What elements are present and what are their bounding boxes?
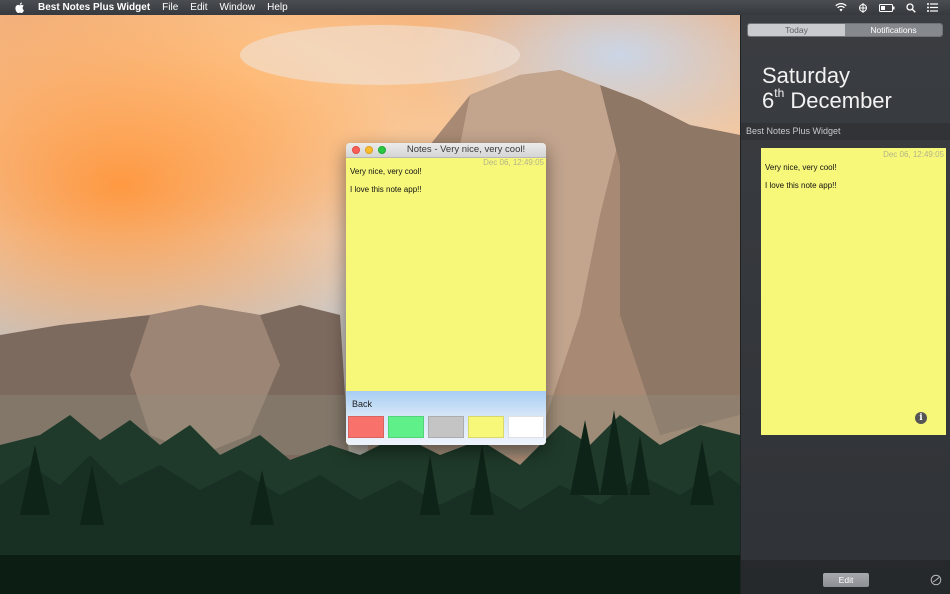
- nc-widget-note[interactable]: Dec 06, 12:49:05 Very nice, very cool! I…: [761, 148, 946, 435]
- nc-date-label: 6th December: [762, 86, 892, 114]
- color-swatch-white[interactable]: [508, 416, 544, 438]
- battery-icon[interactable]: [879, 3, 895, 12]
- notification-center-icon[interactable]: [927, 3, 938, 12]
- color-swatch-red[interactable]: [348, 416, 384, 438]
- notes-window-titlebar[interactable]: Notes - Very nice, very cool!: [346, 143, 546, 158]
- note-text-area[interactable]: Dec 06, 12:49:05 Very nice, very cool! I…: [346, 158, 546, 391]
- widget-note-timestamp: Dec 06, 12:49:05: [883, 150, 944, 159]
- color-swatch-yellow[interactable]: [468, 416, 504, 438]
- file-menu[interactable]: File: [162, 2, 178, 13]
- network-icon[interactable]: [858, 2, 868, 13]
- color-swatch-gray[interactable]: [428, 416, 464, 438]
- info-icon[interactable]: i: [915, 412, 927, 424]
- note-text-line: Very nice, very cool!: [350, 167, 422, 176]
- tab-today[interactable]: Today: [748, 24, 845, 36]
- gear-icon[interactable]: [930, 573, 942, 586]
- apple-logo-icon[interactable]: [12, 2, 28, 13]
- nc-date-suffix: th: [774, 86, 785, 100]
- help-menu[interactable]: Help: [267, 2, 288, 13]
- widget-note-line: Very nice, very cool!: [765, 163, 837, 172]
- nc-widget-title: Best Notes Plus Widget: [746, 126, 841, 136]
- nc-segmented-control: Today Notifications: [747, 23, 943, 37]
- color-swatch-green[interactable]: [388, 416, 424, 438]
- wifi-icon[interactable]: [835, 3, 847, 12]
- notes-window: Notes - Very nice, very cool! Dec 06, 12…: [346, 143, 546, 445]
- window-menu[interactable]: Window: [220, 2, 256, 13]
- note-color-panel: Back: [346, 391, 546, 445]
- widget-note-line: I love this note app!!: [765, 181, 837, 190]
- app-name-menu[interactable]: Best Notes Plus Widget: [38, 2, 150, 13]
- color-swatches: [348, 416, 544, 438]
- tab-notifications[interactable]: Notifications: [845, 24, 942, 36]
- spotlight-search-icon[interactable]: [906, 2, 916, 13]
- edit-button[interactable]: Edit: [823, 573, 869, 587]
- note-text-line: I love this note app!!: [350, 185, 422, 194]
- nc-date-number: 6: [762, 88, 775, 113]
- notes-window-title: Notes - Very nice, very cool!: [406, 144, 526, 155]
- edit-menu[interactable]: Edit: [190, 2, 207, 13]
- menu-bar: Best Notes Plus Widget File Edit Window …: [0, 0, 950, 15]
- note-timestamp: Dec 06, 12:49:05: [483, 158, 544, 167]
- back-button[interactable]: Back: [352, 399, 372, 409]
- nc-date-month: December: [790, 88, 892, 113]
- notification-center-panel: Today Notifications Saturday 6th Decembe…: [740, 15, 950, 594]
- status-menus: [835, 2, 938, 13]
